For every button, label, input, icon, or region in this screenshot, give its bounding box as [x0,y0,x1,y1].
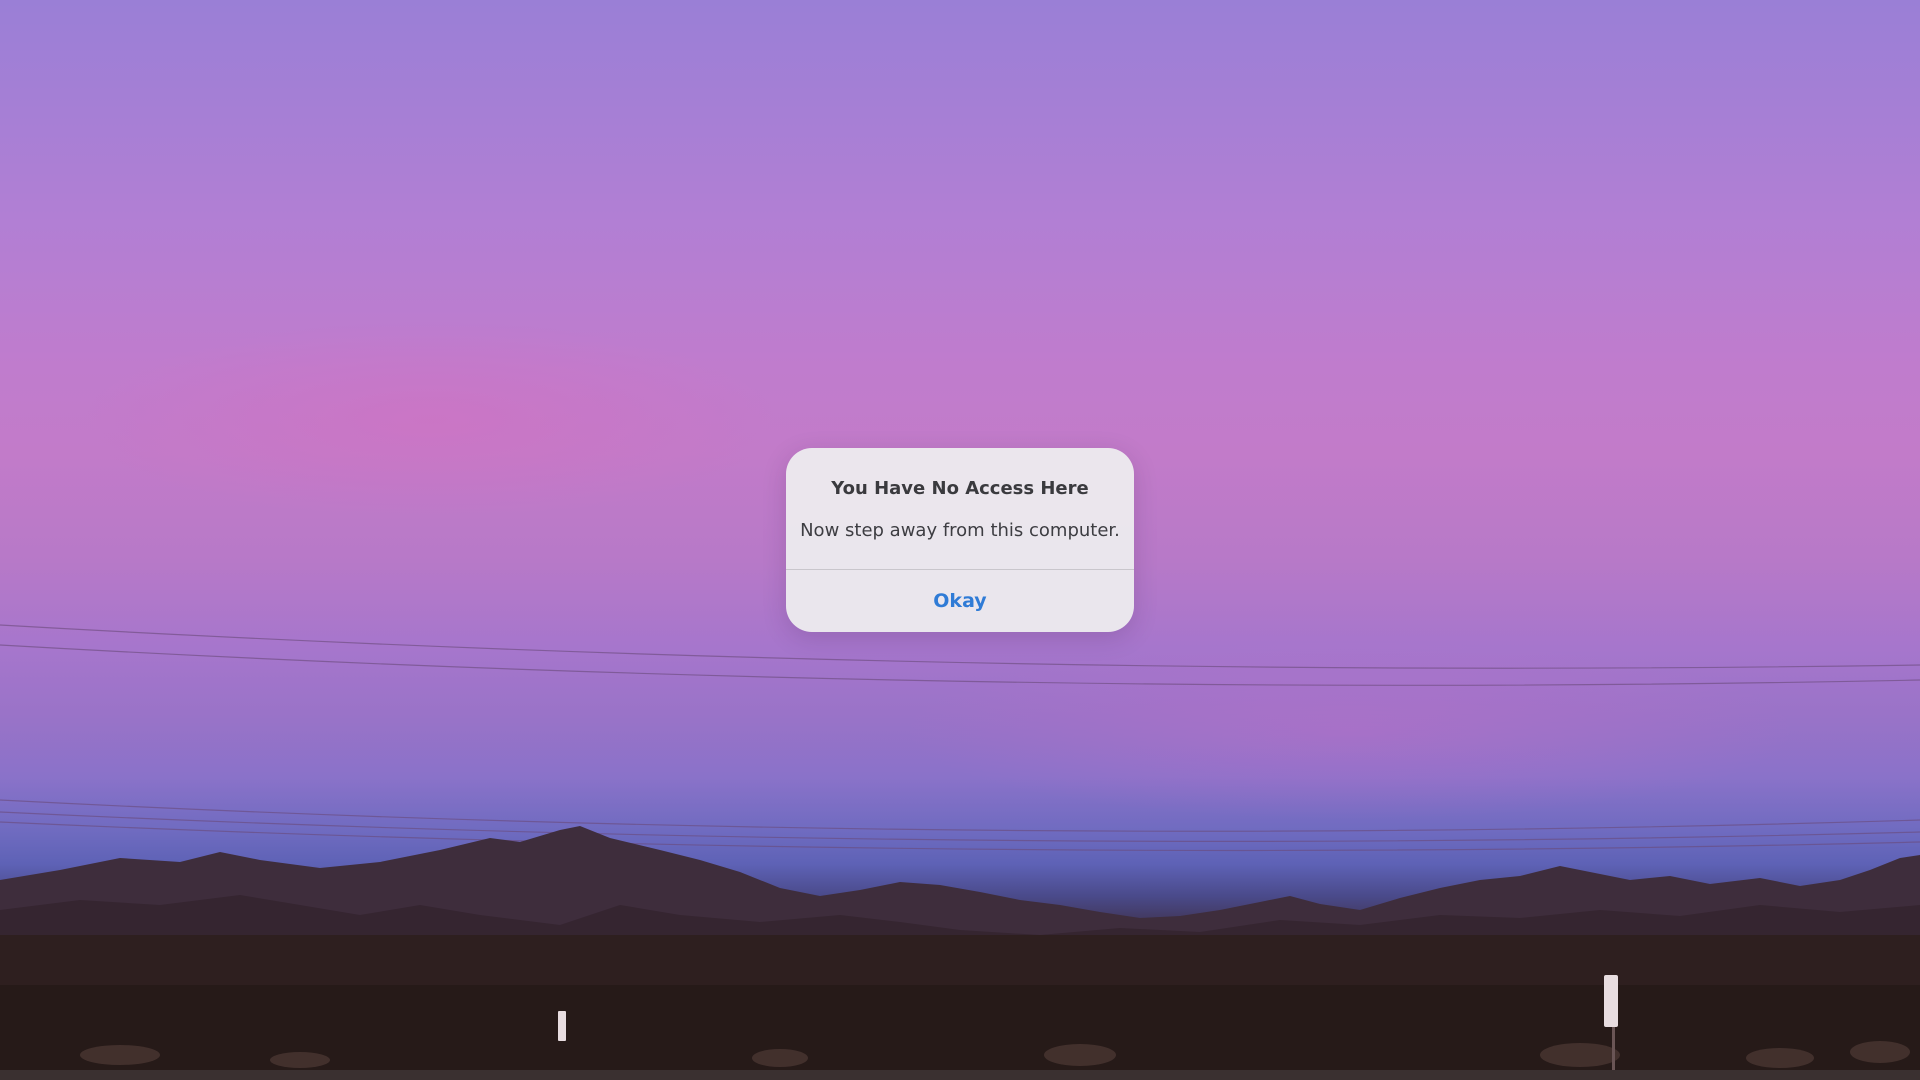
power-lines [0,624,1920,852]
okay-button[interactable]: Okay [786,570,1134,632]
alert-message: Now step away from this computer. [800,520,1120,541]
alert-title: You Have No Access Here [831,478,1089,499]
road-edge [0,1070,1920,1080]
access-denied-alert: You Have No Access Here Now step away fr… [786,448,1134,632]
